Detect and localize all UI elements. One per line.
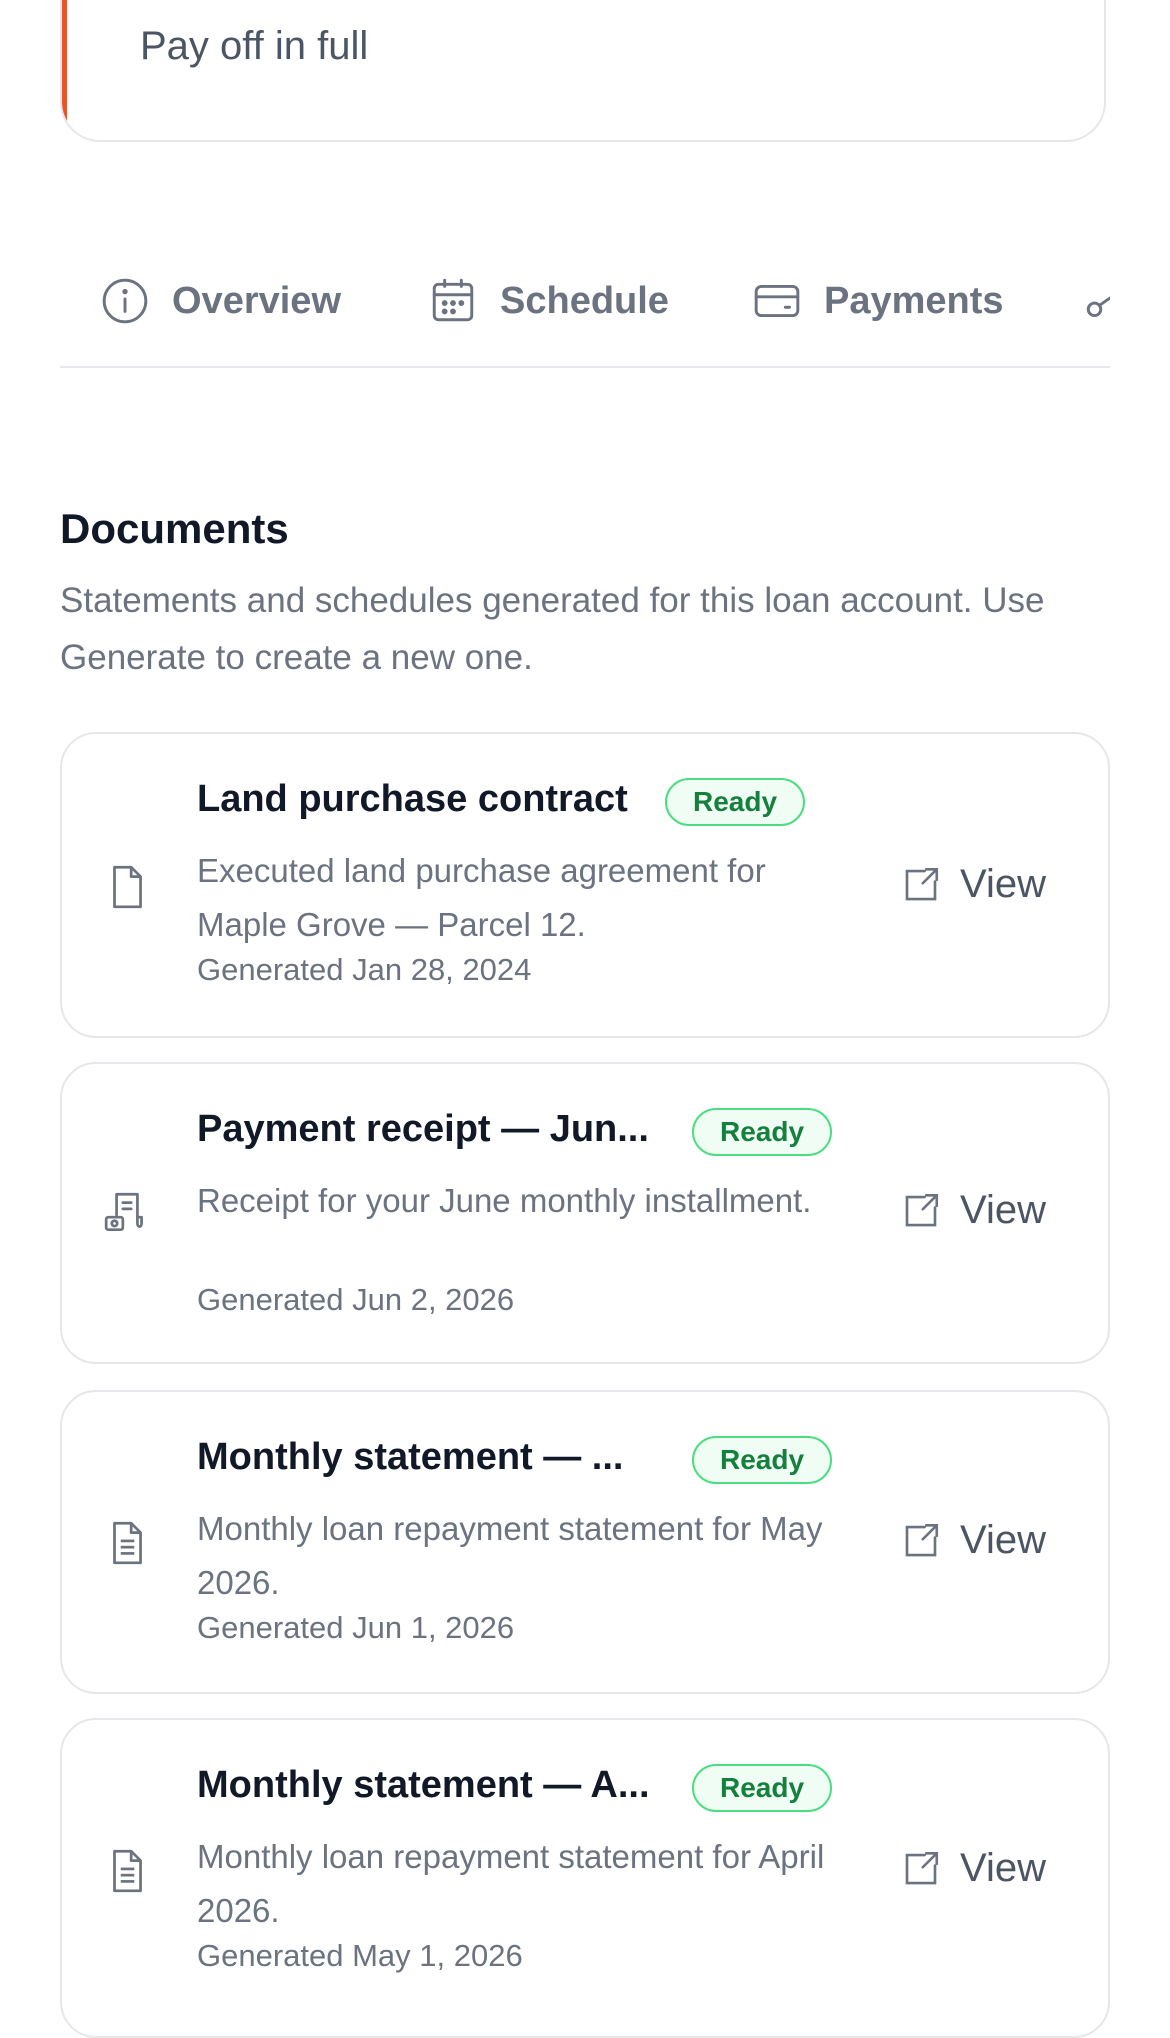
external-link-icon (905, 867, 939, 900)
pay-off-in-full-button[interactable]: Pay off in full (60, 0, 1106, 142)
view-label: View (960, 1188, 1046, 1232)
document-generated-date: Generated May 1, 2026 (197, 1938, 523, 1973)
view-button[interactable]: View (900, 1188, 1046, 1233)
view-label: View (960, 1518, 1046, 1562)
document-generated-date: Generated Jun 1, 2026 (197, 1610, 515, 1645)
document-title: Monthly statement — ... (197, 1436, 624, 1478)
tab-overview-label: Overview (172, 279, 341, 322)
tab-overview[interactable]: Overview (100, 268, 341, 334)
external-link-icon (905, 1523, 939, 1556)
document-title: Monthly statement — A... (197, 1764, 650, 1806)
calendar-icon (432, 278, 474, 322)
document-description: Monthly loan repayment statement for Apr… (197, 1838, 825, 1929)
document-description: Executed land purchase agreement for Map… (197, 852, 766, 943)
document-card: Monthly statement — A... Ready Monthly l… (60, 1718, 1110, 2038)
view-label: View (960, 862, 1046, 906)
tab-more[interactable] (1082, 268, 1110, 334)
status-badge: Ready (665, 778, 806, 826)
file-text-icon (102, 1518, 152, 1568)
receipt-icon (102, 1188, 152, 1238)
document-generated-date: Generated Jun 2, 2026 (197, 1282, 515, 1317)
document-generated-date: Generated Jan 28, 2024 (197, 952, 532, 987)
info-icon (102, 278, 148, 324)
key-icon (1086, 296, 1110, 318)
view-button[interactable]: View (900, 862, 1046, 907)
external-link-icon (905, 1193, 939, 1226)
view-button[interactable]: View (900, 1518, 1046, 1563)
document-card: Payment receipt — Jun... Ready Receipt f… (60, 1062, 1110, 1364)
status-badge: Ready (692, 1764, 833, 1812)
documents-heading: Documents (60, 505, 289, 552)
credit-card-icon (754, 284, 800, 318)
tab-schedule[interactable]: Schedule (428, 268, 669, 334)
view-button[interactable]: View (900, 1846, 1046, 1891)
view-label: View (960, 1846, 1046, 1890)
documents-description: Statements and schedules generated for t… (60, 581, 1045, 677)
file-text-icon (102, 1846, 152, 1896)
tab-payments[interactable]: Payments (752, 268, 1004, 334)
document-title: Payment receipt — Jun... (197, 1108, 649, 1150)
tab-schedule-label: Schedule (500, 279, 669, 322)
tab-payments-label: Payments (824, 279, 1004, 322)
file-icon (102, 862, 152, 912)
document-description: Monthly loan repayment statement for May… (197, 1510, 823, 1601)
document-card: Land purchase contract Ready Executed la… (60, 732, 1110, 1038)
document-description: Receipt for your June monthly installmen… (197, 1182, 812, 1219)
tab-bar: Overview Schedule Payments (60, 268, 1110, 368)
status-badge: Ready (692, 1108, 833, 1156)
status-badge: Ready (692, 1436, 833, 1484)
external-link-icon (905, 1851, 939, 1884)
pay-off-label: Pay off in full (140, 24, 369, 68)
document-title: Land purchase contract (197, 778, 628, 820)
accent-bar (62, 0, 67, 140)
document-card: Monthly statement — ... Ready Monthly lo… (60, 1390, 1110, 1694)
